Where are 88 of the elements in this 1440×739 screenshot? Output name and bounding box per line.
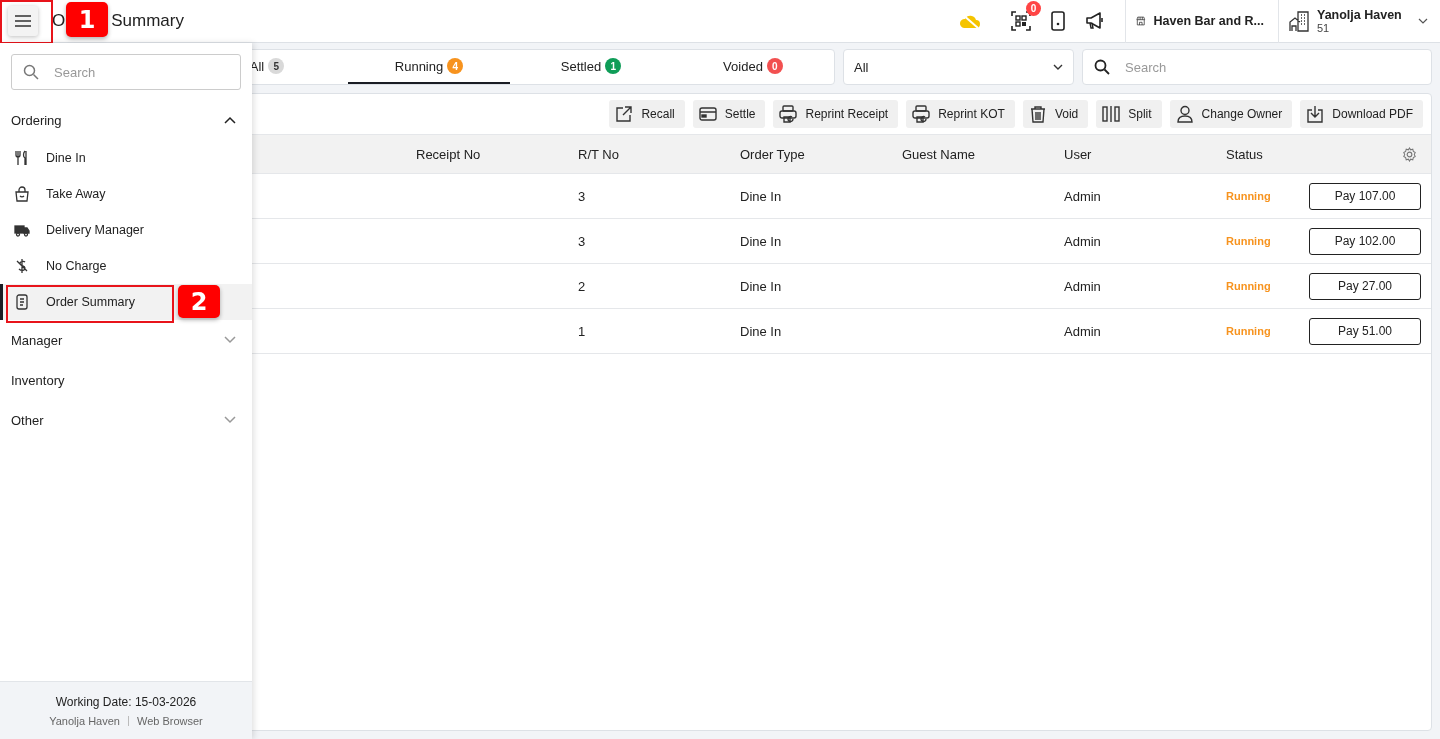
megaphone-icon[interactable] <box>1085 12 1105 30</box>
column-header: Order Type <box>740 146 806 162</box>
no-charge-icon <box>14 258 30 274</box>
column-header: R/T No <box>578 146 620 162</box>
table-cell-text: Admin <box>1064 188 1102 204</box>
action-button[interactable]: Reprint KOT <box>906 100 1015 128</box>
action-button[interactable]: Download PDF <box>1300 100 1423 128</box>
search-field[interactable]: Search <box>1082 49 1432 85</box>
action-button[interactable]: Void <box>1022 100 1089 128</box>
menu-group[interactable]: Other <box>0 400 252 440</box>
status-text: Running <box>1226 235 1272 247</box>
search-icon <box>1094 59 1110 75</box>
action-button[interactable]: Settle <box>692 100 766 128</box>
building-icon <box>1289 10 1311 32</box>
chevron-down-icon[interactable] <box>1418 18 1428 24</box>
status-text: Running <box>1226 280 1272 292</box>
column-header: Guest Name <box>902 146 976 162</box>
menu-button[interactable] <box>8 6 38 36</box>
column-header: Status <box>1226 146 1264 162</box>
pay-button[interactable]: Pay 27.00 <box>1309 272 1421 300</box>
outlet-name[interactable]: Haven Bar and R... <box>1153 14 1264 28</box>
account-name: Yanolja Haven <box>1317 8 1403 22</box>
download-icon <box>1306 105 1325 123</box>
table-cell-text: Admin <box>1064 323 1102 339</box>
menu-item[interactable]: Dine In <box>0 140 252 176</box>
column-header: User <box>1064 146 1093 162</box>
bag-icon <box>14 186 30 202</box>
action-button[interactable]: Recall <box>609 100 685 128</box>
table-cell-text: Dine In <box>740 188 783 204</box>
card-icon <box>698 105 717 123</box>
menu-group[interactable]: Manager <box>0 320 252 360</box>
count-badge: 1 <box>605 58 622 74</box>
truck-icon <box>14 222 30 238</box>
count-badge: 4 <box>447 58 464 74</box>
pay-button[interactable]: Pay 107.00 <box>1309 182 1421 210</box>
menu-item[interactable]: Order Summary 2 <box>0 284 252 320</box>
menu-group[interactable]: Inventory <box>0 360 252 400</box>
action-button[interactable]: Split <box>1096 100 1162 128</box>
search-field[interactable]: Search <box>11 54 241 90</box>
status-text: Running <box>1226 190 1272 202</box>
column-header: Receipt No <box>416 146 482 162</box>
split-icon <box>1102 105 1121 123</box>
user-icon <box>1175 105 1194 123</box>
search-icon <box>23 64 39 80</box>
table-cell-text: 3 <box>578 188 587 204</box>
menu-item[interactable]: Take Away <box>0 176 252 212</box>
table-cell-text: 1 <box>578 323 587 339</box>
tab[interactable]: Settled 1 <box>510 50 672 84</box>
chevron-down-icon <box>1053 64 1063 70</box>
trash-icon <box>1028 105 1047 123</box>
menu-group[interactable]: Ordering <box>0 100 252 140</box>
pay-button[interactable]: Pay 102.00 <box>1309 227 1421 255</box>
callout-badge: 1 <box>66 2 108 37</box>
notification-badge: 0 <box>1026 1 1041 16</box>
account-number: 51 <box>1317 22 1331 34</box>
fork-knife-icon <box>14 150 30 166</box>
tab[interactable]: Voided 0 <box>672 50 834 84</box>
document-icon <box>14 294 30 310</box>
menu-item[interactable]: Delivery Manager <box>0 212 252 248</box>
settings-icon[interactable] <box>1402 146 1417 162</box>
qr-code-icon[interactable] <box>1011 11 1031 31</box>
device-label: Web Browser <box>136 714 203 727</box>
tablet-icon[interactable] <box>1051 11 1065 31</box>
callout-badge: 2 <box>178 285 220 318</box>
printer-icon <box>912 105 931 123</box>
menu-icon <box>15 15 31 27</box>
count-badge: 5 <box>268 58 285 74</box>
menu-item[interactable]: No Charge <box>0 248 252 284</box>
account-label: Yanolja Haven <box>49 714 120 727</box>
printer-icon <box>779 105 798 123</box>
table-cell-text: Dine In <box>740 233 783 249</box>
tab[interactable]: Running 4 <box>348 50 510 84</box>
table-cell-text: 3 <box>578 233 587 249</box>
table-cell-text: Admin <box>1064 278 1102 294</box>
table-cell-text: 2 <box>578 278 587 294</box>
external-link-icon <box>615 105 634 123</box>
count-badge: 0 <box>766 58 783 74</box>
table-cell-text: Dine In <box>740 323 783 339</box>
working-date: Working Date: 15-03-2026 <box>55 694 197 709</box>
action-button[interactable]: Change Owner <box>1169 100 1293 128</box>
status-text: Running <box>1226 325 1272 337</box>
table-cell-text: Admin <box>1064 233 1102 249</box>
page-title: O <box>52 11 66 31</box>
filter-dropdown[interactable]: All <box>843 49 1074 85</box>
action-button[interactable]: Reprint Receipt <box>773 100 899 128</box>
table-cell-text: Dine In <box>740 278 783 294</box>
pay-button[interactable]: Pay 51.00 <box>1309 317 1421 345</box>
page-title: Summary <box>111 11 184 31</box>
